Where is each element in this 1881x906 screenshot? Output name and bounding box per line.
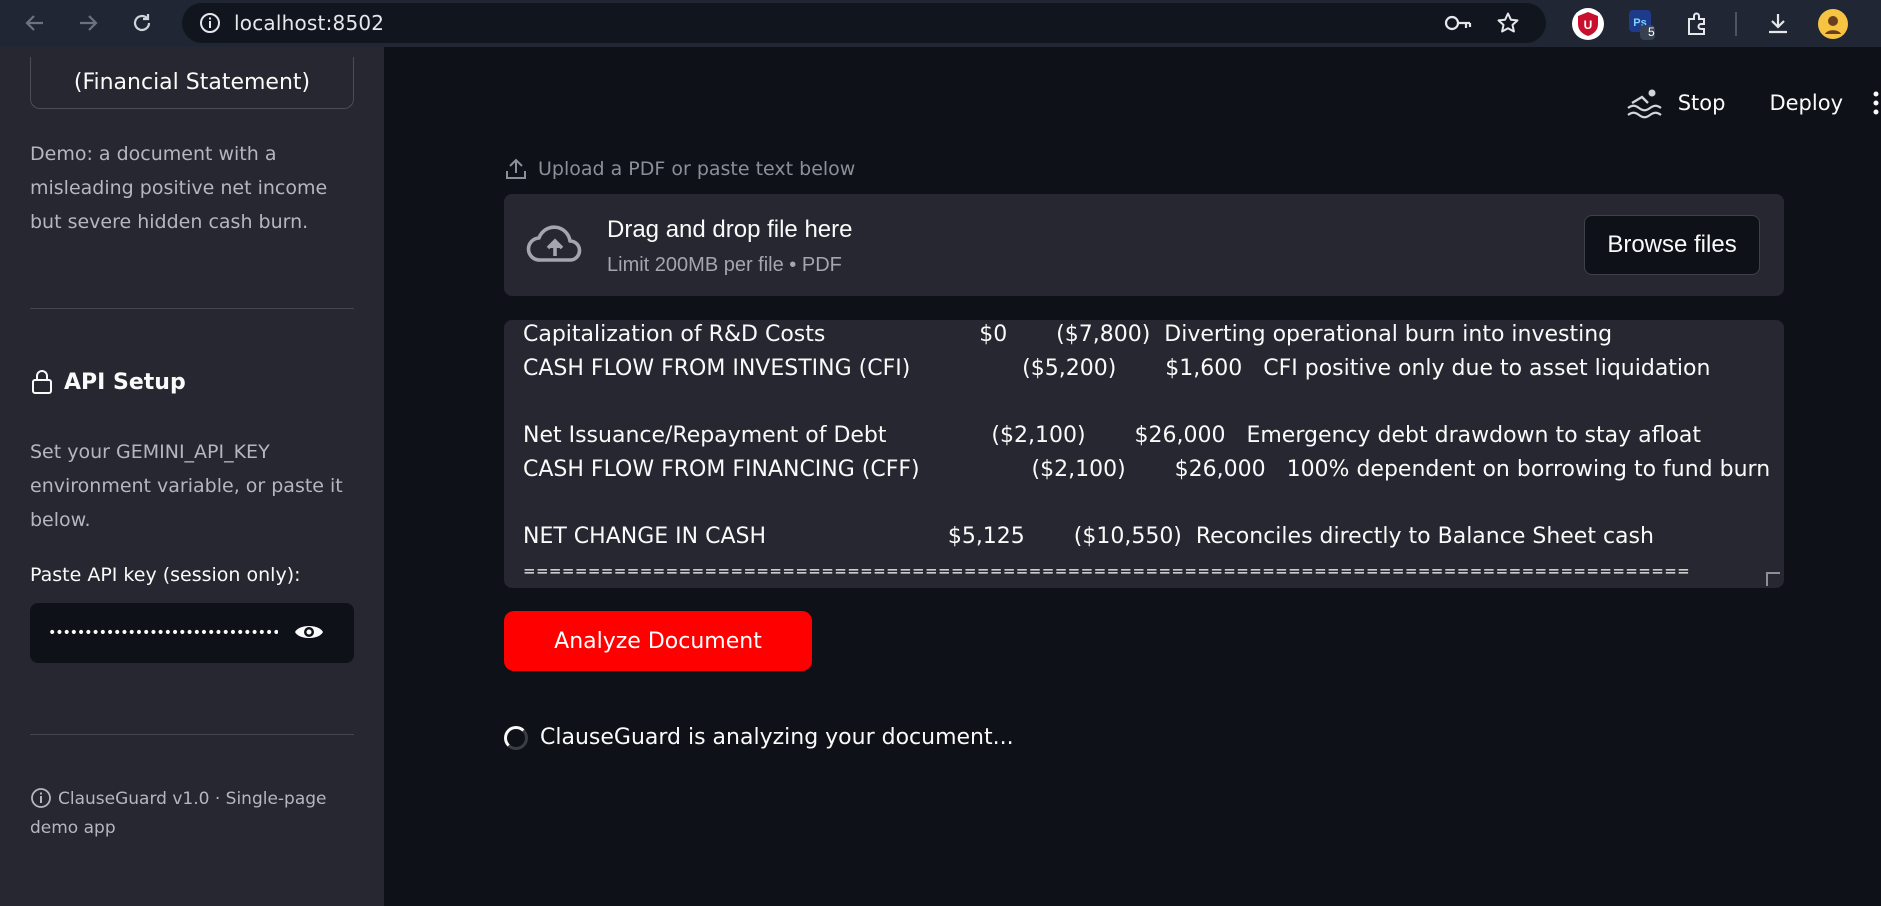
demo-description: Demo: a document with a misleading posit… <box>30 143 328 233</box>
running-swimmer-icon <box>1627 89 1662 119</box>
address-bar[interactable]: localhost:8502 <box>182 3 1546 43</box>
sidebar-footer: ClauseGuard v1.0 · Single-page demo app <box>30 785 360 843</box>
footer-text: ClauseGuard v1.0 · Single-page demo app <box>30 789 327 838</box>
reload-button[interactable] <box>124 5 160 41</box>
text-line: Net Issuance/Repayment of Debt ($2,100) … <box>523 423 1702 448</box>
extensions-puzzle-icon[interactable] <box>1680 6 1716 42</box>
text-line: Capitalization of R&D Costs $0 ($7,800) … <box>523 322 1613 347</box>
extension-badge: 5 <box>1648 25 1655 39</box>
analyze-document-button[interactable]: Analyze Document <box>504 611 812 671</box>
resize-handle[interactable] <box>1766 572 1780 586</box>
api-key-label: Paste API key (session only): <box>30 564 301 586</box>
reload-icon <box>133 14 151 32</box>
url-text: localhost:8502 <box>234 11 385 35</box>
dropzone-subtitle: Limit 200MB per file • PDF <box>607 254 842 276</box>
api-setup-description: Set your GEMINI_API_KEY environment vari… <box>30 441 343 531</box>
svg-text:U: U <box>1584 18 1593 32</box>
upload-icon <box>506 158 526 179</box>
status-text: ClauseGuard is analyzing your document..… <box>540 725 1014 750</box>
more-options-icon[interactable] <box>1871 90 1881 116</box>
deploy-button[interactable]: Deploy <box>1769 91 1843 115</box>
show-password-eye-icon[interactable] <box>294 621 324 648</box>
file-dropzone[interactable]: Drag and drop file here Limit 200MB per … <box>504 194 1784 296</box>
download-icon[interactable] <box>1760 6 1796 42</box>
api-setup-heading: API Setup <box>30 369 186 395</box>
browse-files-button[interactable]: Browse files <box>1584 215 1760 275</box>
lock-icon <box>32 370 52 394</box>
browser-toolbar: localhost:8502 U Ps 5 <box>0 0 1881 47</box>
sidebar-divider-2 <box>30 734 354 735</box>
sidebar: (Financial Statement) Demo: a document w… <box>0 47 384 906</box>
app-toolbar: Stop Deploy <box>1626 87 1881 119</box>
forward-button[interactable] <box>70 5 106 41</box>
api-setup-title: API Setup <box>64 369 186 395</box>
cloud-upload-icon <box>526 225 582 262</box>
text-line: ========================================… <box>523 562 1691 580</box>
sidebar-divider <box>30 308 354 309</box>
stop-button[interactable]: Stop <box>1678 91 1726 115</box>
info-icon <box>31 788 51 808</box>
api-key-value: •••••••••••••••••••••••••••••••• <box>48 625 278 641</box>
financial-statement-button[interactable]: (Financial Statement) <box>30 57 354 109</box>
profile-avatar[interactable] <box>1815 6 1851 42</box>
loading-spinner-icon <box>504 725 528 750</box>
arrow-right-icon <box>80 15 98 31</box>
upload-label-text: Upload a PDF or paste text below <box>538 158 856 180</box>
document-text-area[interactable]: Capitalization of R&D Costs $0 ($7,800) … <box>504 320 1784 588</box>
ublock-extension-icon[interactable]: U <box>1570 6 1606 42</box>
dropzone-title: Drag and drop file here <box>607 216 853 243</box>
text-line: CASH FLOW FROM FINANCING (CFF) ($2,100) … <box>523 457 1771 482</box>
api-key-input[interactable]: •••••••••••••••••••••••••••••••• <box>30 603 354 663</box>
back-button[interactable] <box>17 5 53 41</box>
site-info-icon[interactable] <box>198 11 222 35</box>
text-line: NET CHANGE IN CASH $5,125 ($10,550) Reco… <box>523 524 1654 549</box>
arrow-left-icon <box>25 15 43 31</box>
ps-extension-icon[interactable]: Ps 5 <box>1625 6 1661 42</box>
toolbar-divider <box>1735 12 1737 36</box>
star-icon[interactable] <box>1496 11 1520 35</box>
analysis-status: ClauseGuard is analyzing your document..… <box>504 725 1014 750</box>
key-icon[interactable] <box>1444 11 1472 35</box>
upload-label: Upload a PDF or paste text below <box>504 157 855 181</box>
main-content: Stop Deploy Upload a PDF or paste text b… <box>384 47 1881 906</box>
text-line: CASH FLOW FROM INVESTING (CFI) ($5,200) … <box>523 356 1711 381</box>
